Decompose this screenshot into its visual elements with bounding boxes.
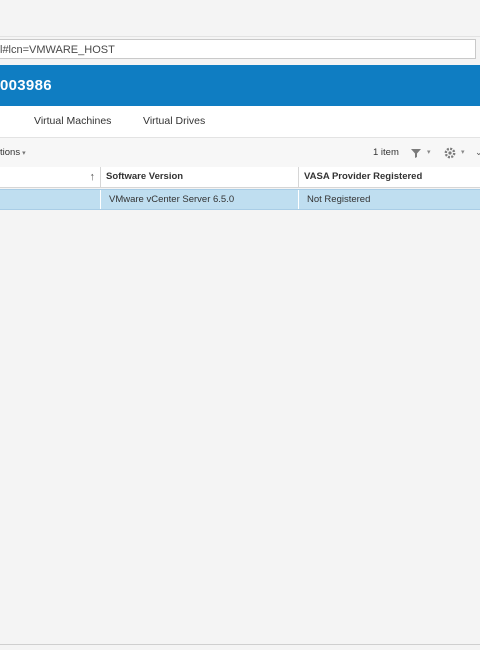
- column-header-name[interactable]: ↑: [0, 167, 101, 187]
- column-header-vasa-provider[interactable]: VASA Provider Registered: [299, 167, 480, 187]
- cell-vasa-provider: Not Registered: [307, 194, 371, 205]
- cell-software-version: VMware vCenter Server 6.5.0: [101, 190, 299, 209]
- page-title: 003986: [0, 77, 52, 94]
- tab-virtual-machines[interactable]: Virtual Machines: [34, 106, 111, 137]
- table-header: ↑ Software Version VASA Provider Registe…: [0, 167, 480, 188]
- app-header: 003986: [0, 65, 480, 106]
- gear-icon[interactable]: [443, 146, 457, 160]
- settings-dropdown-icon[interactable]: ▾: [461, 138, 465, 167]
- filter-dropdown-icon[interactable]: ▾: [427, 138, 431, 167]
- column-header-software-version[interactable]: Software Version: [101, 167, 299, 187]
- cell-name: [0, 190, 101, 209]
- sort-ascending-icon[interactable]: ↑: [90, 167, 96, 187]
- tab-bar: Virtual Machines Virtual Drives: [0, 106, 480, 138]
- tab-virtual-drives[interactable]: Virtual Drives: [143, 106, 205, 137]
- actions-label: tions: [0, 147, 21, 158]
- actions-menu[interactable]: tions ▾: [0, 138, 26, 168]
- bottom-strip: [0, 645, 480, 650]
- table-body-empty-area: [0, 210, 480, 644]
- address-bar[interactable]: l#lcn=VMWARE_HOST: [0, 39, 476, 59]
- browser-top-strip: [0, 0, 480, 37]
- address-text: l#lcn=VMWARE_HOST: [0, 44, 115, 56]
- item-count: 1 item: [373, 147, 399, 158]
- table-row[interactable]: VMware vCenter Server 6.5.0 Not Register…: [0, 189, 480, 210]
- overflow-icon[interactable]: ⌄: [475, 138, 480, 167]
- chevron-down-icon: ▾: [22, 150, 26, 157]
- filter-icon[interactable]: [409, 146, 423, 160]
- toolbar: tions ▾ 1 item ▾ ▾ ⌄: [0, 138, 480, 168]
